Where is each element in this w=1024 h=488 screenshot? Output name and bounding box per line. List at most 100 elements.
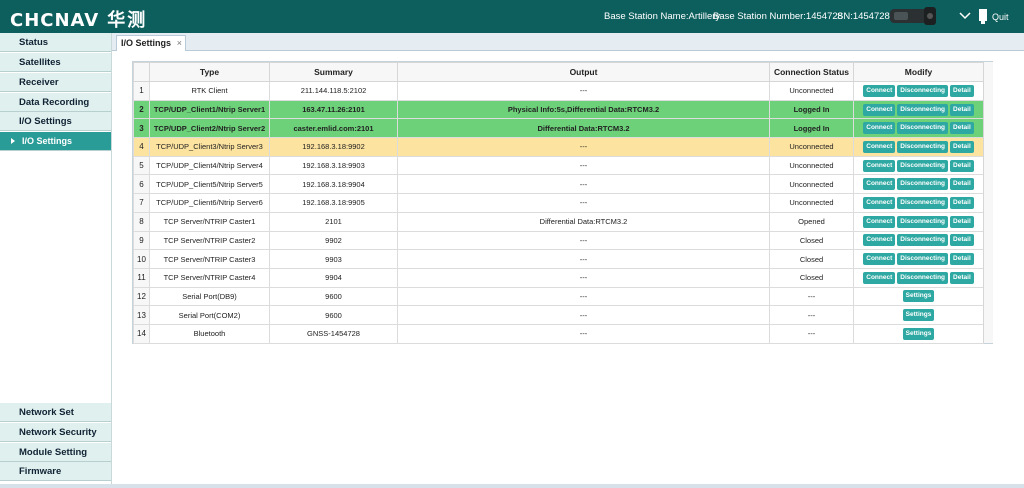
connect-button[interactable]: Connect: [863, 140, 896, 153]
connect-button[interactable]: Connect: [863, 84, 896, 97]
connect-button[interactable]: Connect: [863, 178, 896, 191]
detail-button[interactable]: Detail: [950, 234, 974, 247]
disconnect-button[interactable]: Disconnecting: [897, 196, 949, 209]
sidebar-item-module-setting[interactable]: Module Setting: [0, 443, 111, 462]
connect-button[interactable]: Connect: [863, 215, 896, 228]
close-icon[interactable]: ×: [177, 36, 182, 51]
detail-button[interactable]: Detail: [950, 84, 974, 97]
table-row[interactable]: 5 TCP/UDP_Client4/Ntrip Server4 192.168.3.…: [133, 155, 984, 176]
quit-label[interactable]: Quit: [992, 12, 1009, 22]
connect-button[interactable]: Connect: [863, 103, 896, 116]
detail-button[interactable]: Detail: [950, 196, 974, 209]
type-cell: TCP Server/NTRIP Caster4: [149, 267, 270, 288]
column-header-summary[interactable]: Summary: [269, 62, 398, 82]
type-cell: TCP/UDP_Client2/Ntrip Server2: [149, 118, 270, 139]
row-number-cell: 4: [133, 137, 150, 157]
type-cell: Serial Port(COM2): [149, 305, 270, 325]
detail-button[interactable]: Detail: [950, 215, 974, 228]
type-cell: Bluetooth: [149, 323, 270, 344]
connect-button[interactable]: Connect: [863, 159, 896, 172]
detail-button[interactable]: Detail: [950, 253, 974, 266]
table-row[interactable]: 11 TCP Server/NTRIP Caster4 9904 --- Closed C…: [133, 267, 984, 288]
table-row[interactable]: 6 TCP/UDP_Client5/Ntrip Server5 192.168.3.…: [133, 174, 984, 195]
connect-button[interactable]: Connect: [863, 196, 896, 209]
disconnect-button[interactable]: Disconnecting: [897, 253, 949, 266]
table-row[interactable]: 9 TCP Server/NTRIP Caster2 9902 --- Closed Co…: [133, 230, 984, 251]
connection-status-cell: Unconnected: [769, 155, 854, 176]
connection-status-cell: Closed: [769, 230, 854, 251]
table-row[interactable]: 8 TCP Server/NTRIP Caster1 2101 Differentia…: [133, 211, 984, 232]
connect-button[interactable]: Connect: [863, 234, 896, 247]
top-header: CHCNAV 华测 Base Station Name:Artillery Bas…: [0, 0, 1024, 33]
table-row[interactable]: 4 TCP/UDP_Client3/Ntrip Server3 192.168.3.…: [133, 137, 984, 157]
connection-status-cell: Unconnected: [769, 81, 854, 101]
table-row[interactable]: 2 TCP/UDP_Client1/Ntrip Server1 163.47.11.…: [133, 99, 984, 120]
connect-button[interactable]: Connect: [863, 271, 896, 284]
detail-button[interactable]: Detail: [950, 271, 974, 284]
chevron-down-icon[interactable]: [958, 10, 972, 22]
main-content: Type Summary Output Connection Status Mo…: [112, 51, 1024, 485]
sidebar-item-data-recording[interactable]: Data Recording: [0, 93, 111, 112]
connection-status-cell: Opened: [769, 211, 854, 232]
type-cell: TCP/UDP_Client6/Ntrip Server6: [149, 193, 270, 213]
table-row[interactable]: 10 TCP Server/NTRIP Caster3 9903 --- Closed C…: [133, 249, 984, 269]
disconnect-button[interactable]: Disconnecting: [897, 103, 949, 116]
type-cell: TCP/UDP_Client1/Ntrip Server1: [149, 99, 270, 120]
sidebar-item-firmware[interactable]: Firmware: [0, 462, 111, 481]
detail-button[interactable]: Detail: [950, 178, 974, 191]
table-row[interactable]: 12 Serial Port(DB9) 9600 --- --- Settings: [133, 286, 984, 307]
disconnect-button[interactable]: Disconnecting: [897, 178, 949, 191]
table-row[interactable]: 14 Bluetooth GNSS-1454728 --- --- Settings: [133, 323, 984, 344]
column-header-output[interactable]: Output: [397, 62, 770, 82]
sidebar-item-satellites[interactable]: Satellites: [0, 53, 111, 72]
disconnect-button[interactable]: Disconnecting: [897, 159, 949, 172]
io-settings-grid: Type Summary Output Connection Status Mo…: [132, 61, 993, 344]
grid-scrollbar[interactable]: [983, 62, 993, 343]
modify-cell: Settings: [853, 305, 984, 325]
disconnect-button[interactable]: Disconnecting: [897, 140, 949, 153]
disconnect-button[interactable]: Disconnecting: [897, 271, 949, 284]
output-cell: ---: [397, 286, 770, 307]
detail-button[interactable]: Detail: [950, 122, 974, 135]
sidebar-item-status[interactable]: Status: [0, 33, 111, 52]
quit-icon[interactable]: [976, 8, 990, 25]
row-number-cell: 12: [133, 286, 150, 307]
detail-button[interactable]: Detail: [950, 159, 974, 172]
connect-button[interactable]: Connect: [863, 253, 896, 266]
summary-cell: 9904: [269, 267, 398, 288]
disconnect-button[interactable]: Disconnecting: [897, 122, 949, 135]
column-header-modify[interactable]: Modify: [853, 62, 984, 82]
disconnect-button[interactable]: Disconnecting: [897, 234, 949, 247]
modify-cell: Connect Disconnecting Detail: [853, 211, 984, 232]
sidebar-item-io-settings[interactable]: I/O Settings: [0, 112, 111, 131]
summary-cell: 192.168.3.18:9904: [269, 174, 398, 195]
detail-button[interactable]: Detail: [950, 140, 974, 153]
output-cell: Differential Data:RTCM3.2: [397, 211, 770, 232]
sidebar-item-network-set[interactable]: Network Set: [0, 403, 111, 422]
output-cell: ---: [397, 230, 770, 251]
summary-cell: caster.emlid.com:2101: [269, 118, 398, 139]
table-row[interactable]: 13 Serial Port(COM2) 9600 --- --- Settings: [133, 305, 984, 325]
tab-io-settings[interactable]: I/O Settings ×: [116, 35, 187, 51]
sidebar-subitem-io-settings[interactable]: I/O Settings: [0, 132, 111, 151]
table-row[interactable]: 1 RTK Client 211.144.118.5:2102 --- Unconnec…: [133, 81, 984, 101]
sidebar-item-receiver-configuration[interactable]: Receiver Configuration: [0, 73, 111, 107]
sidebar-item-network-security[interactable]: Network Security: [0, 423, 111, 442]
table-row[interactable]: 7 TCP/UDP_Client6/Ntrip Server6 192.168.3.…: [133, 193, 984, 213]
type-cell: TCP Server/NTRIP Caster2: [149, 230, 270, 251]
settings-button[interactable]: Settings: [902, 309, 935, 322]
row-number-cell: 5: [133, 155, 150, 176]
summary-cell: 192.168.3.18:9905: [269, 193, 398, 213]
output-cell: ---: [397, 267, 770, 288]
column-header-type[interactable]: Type: [149, 62, 270, 82]
disconnect-button[interactable]: Disconnecting: [897, 84, 949, 97]
column-header-connection-status[interactable]: Connection Status: [769, 62, 854, 82]
detail-button[interactable]: Detail: [950, 103, 974, 116]
table-row[interactable]: 3 TCP/UDP_Client2/Ntrip Server2 caster.eml…: [133, 118, 984, 139]
caret-right-icon: [11, 138, 15, 144]
row-number-cell: 10: [133, 249, 150, 269]
disconnect-button[interactable]: Disconnecting: [897, 215, 949, 228]
connect-button[interactable]: Connect: [863, 122, 896, 135]
settings-button[interactable]: Settings: [902, 327, 935, 340]
settings-button[interactable]: Settings: [902, 290, 935, 303]
